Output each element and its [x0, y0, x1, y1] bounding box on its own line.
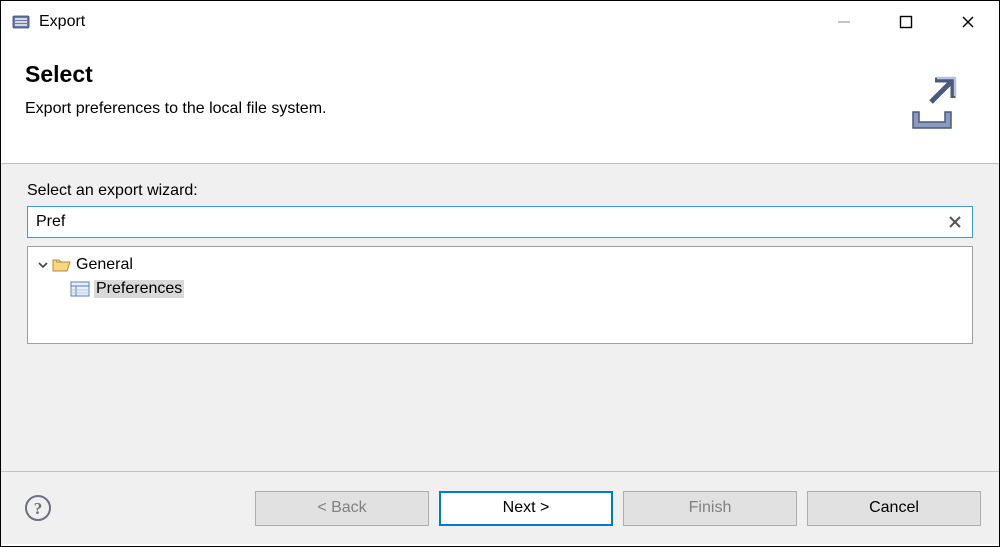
chevron-down-icon[interactable]: [34, 260, 52, 270]
close-button[interactable]: [937, 1, 999, 43]
window-controls: [813, 1, 999, 43]
wizard-body: Select an export wizard: General: [1, 163, 999, 472]
wizard-tree[interactable]: General Preferences: [27, 246, 973, 344]
wizard-filter-label: Select an export wizard:: [27, 182, 973, 200]
wizard-filter-input[interactable]: [36, 213, 946, 231]
help-button[interactable]: ?: [23, 493, 53, 523]
finish-button[interactable]: Finish: [623, 491, 797, 526]
wizard-header: Select Export preferences to the local f…: [1, 43, 999, 163]
export-app-icon: [11, 12, 31, 32]
tree-item-label: Preferences: [94, 280, 184, 298]
next-button[interactable]: Next >: [439, 491, 613, 526]
preferences-icon: [70, 280, 90, 298]
maximize-button[interactable]: [875, 1, 937, 43]
clear-filter-icon[interactable]: [946, 213, 964, 231]
export-banner-icon: [895, 68, 965, 138]
cancel-button[interactable]: Cancel: [807, 491, 981, 526]
window-title: Export: [39, 13, 85, 31]
minimize-button[interactable]: [813, 1, 875, 43]
page-description: Export preferences to the local file sys…: [25, 100, 895, 118]
titlebar: Export: [1, 1, 999, 43]
svg-text:?: ?: [34, 499, 43, 518]
tree-item-preferences[interactable]: Preferences: [34, 277, 966, 301]
back-button[interactable]: < Back: [255, 491, 429, 526]
wizard-footer: ? < Back Next > Finish Cancel: [1, 472, 999, 544]
page-title: Select: [25, 61, 895, 88]
folder-open-icon: [52, 256, 72, 274]
tree-group-label: General: [76, 256, 133, 274]
tree-group-general[interactable]: General: [34, 253, 966, 277]
wizard-filter-row: [27, 206, 973, 238]
